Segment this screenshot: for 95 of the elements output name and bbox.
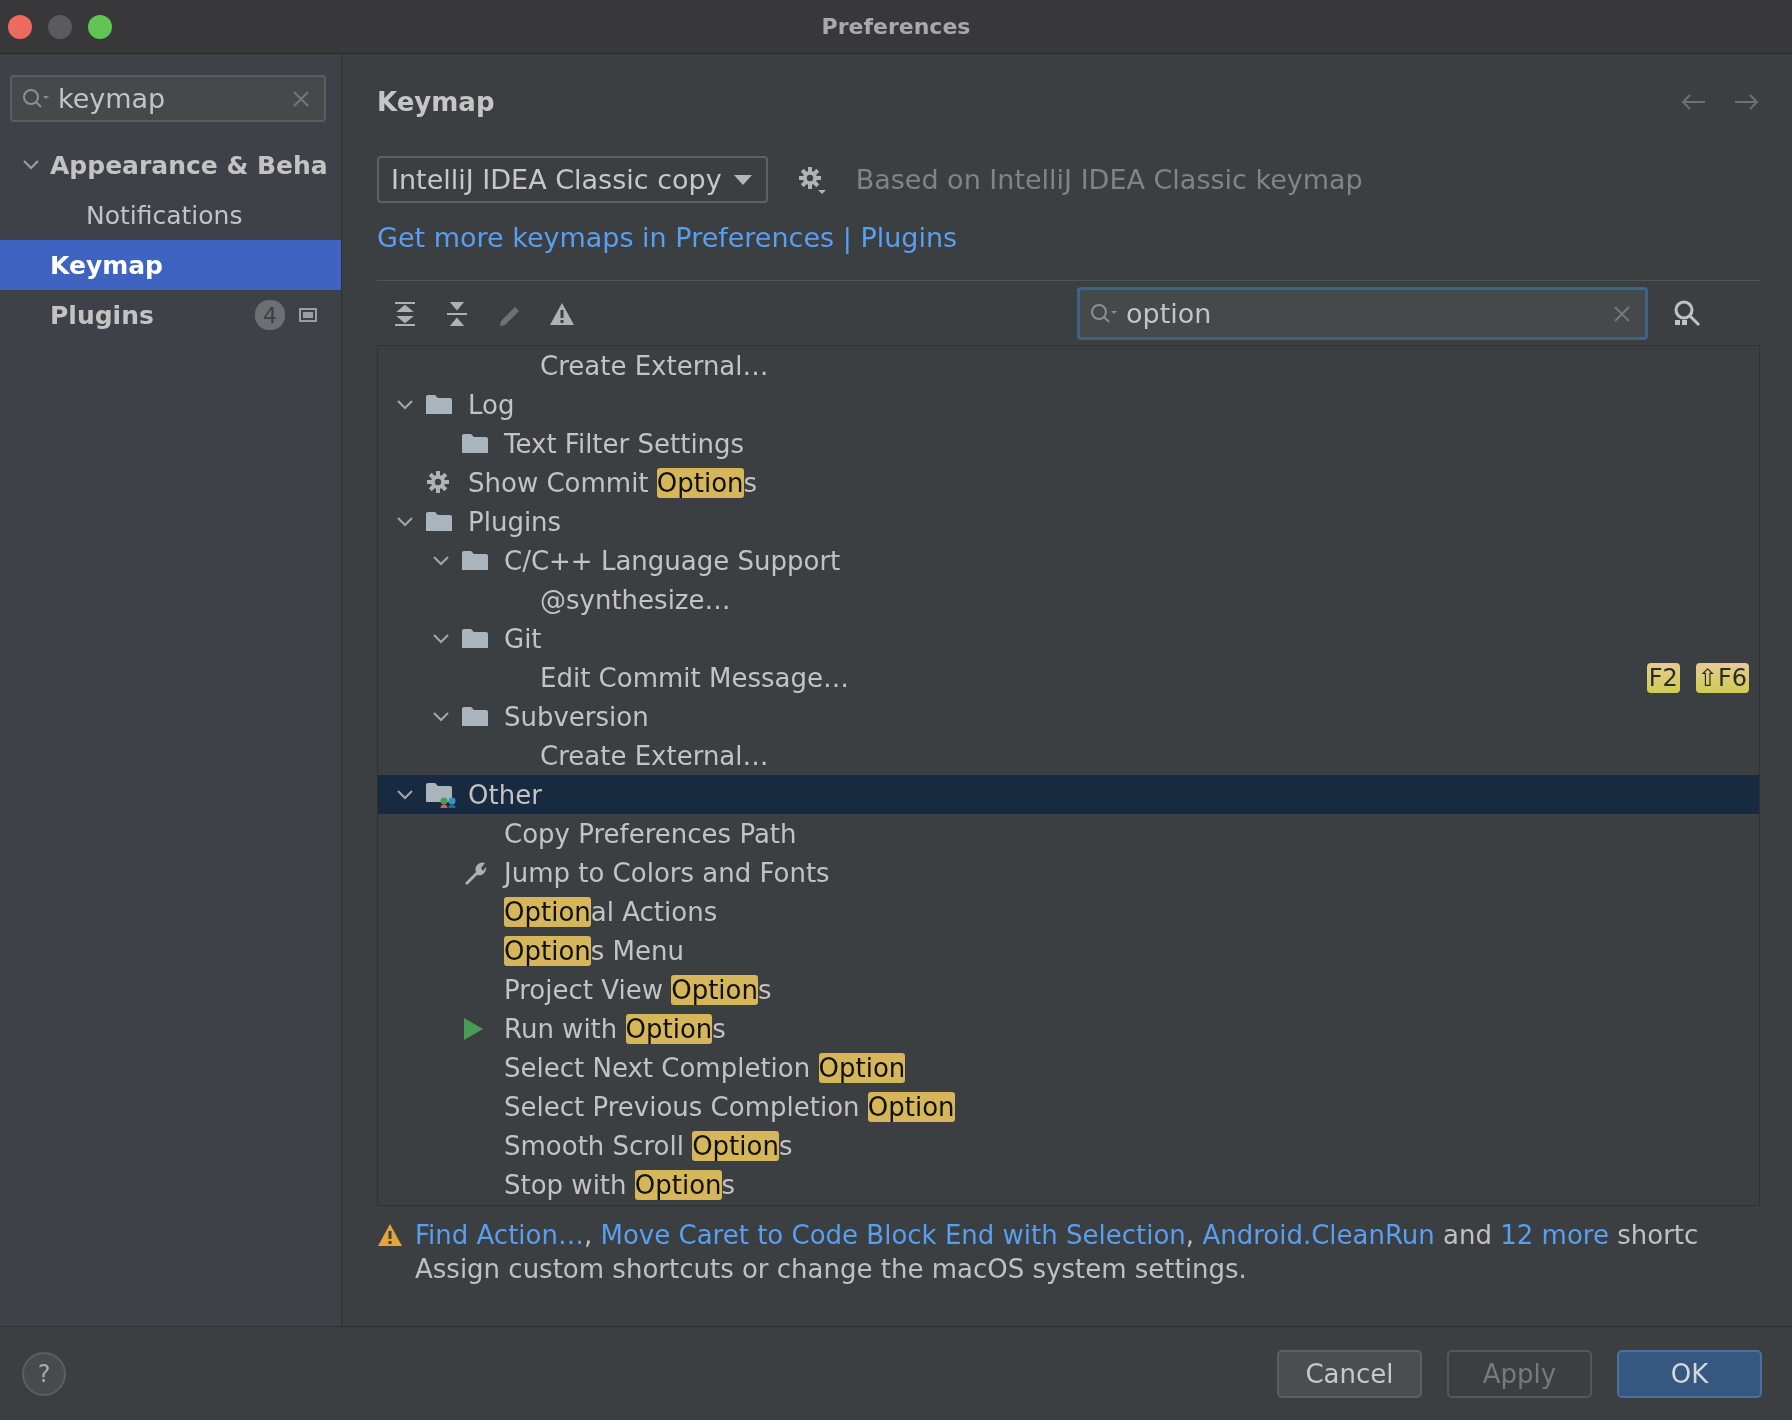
chevron-icon[interactable] [22,159,40,171]
tree-row[interactable]: Create External… [378,736,1759,775]
tree-row[interactable]: Run with Options [378,1009,1759,1048]
tree-item-label: Create External… [540,350,769,381]
chevron-icon[interactable] [432,632,450,645]
page-title: Keymap [377,87,495,117]
minimize-icon [48,14,72,39]
tree-item-label: Subversion [504,701,649,732]
find-shortcut-icon[interactable] [1672,298,1702,329]
item-label: Keymap [50,250,163,280]
tree-row[interactable]: Edit Commit Message… F2 ⇧F6 [378,658,1759,697]
folder-icon [462,549,490,572]
tree-row[interactable]: Subversion [378,697,1759,736]
sidebar-item[interactable]: Appearance & Beha [0,140,341,190]
tree-row[interactable]: Options Menu [378,931,1759,970]
link[interactable]: 12 more [1500,1220,1609,1250]
search-field[interactable]: option [1077,287,1648,340]
tree-row[interactable]: Copy Preferences Path [378,814,1759,853]
tree-row[interactable]: Optional Actions [378,892,1759,931]
item-label: Notifications [86,200,243,230]
tree-item-label: Project View Options [504,974,772,1005]
window-icon [299,308,317,322]
chevron-icon[interactable] [396,788,414,801]
item-label: Appearance & Beha [50,150,328,180]
tree-item-label: Select Previous Completion Option [504,1091,955,1122]
help-button[interactable]: ? [22,1351,66,1396]
tree-item-label: C/C++ Language Support [504,545,841,576]
link[interactable]: Move Caret to Code Block End with Selection [600,1220,1186,1250]
tree-row[interactable]: Text Filter Settings [378,424,1759,463]
tree-row[interactable]: Project View Options [378,970,1759,1009]
search-icon [22,87,50,110]
ok-button[interactable]: OK [1617,1349,1762,1398]
tree-row[interactable]: Select Previous Completion Option [378,1087,1759,1126]
sidebar-item[interactable]: Notifications [0,190,341,240]
folder-icon [426,510,454,533]
conflict-message: Find Action…, Move Caret to Code Block End with Selection, Android.CleanRun and 12 more shortc [415,1220,1699,1250]
tree-item-label: Text Filter Settings [504,428,745,459]
tree-row[interactable]: Log [378,385,1759,424]
plugins-link[interactable]: Get more keymaps in Preferences | Plugins [377,220,958,256]
link[interactable]: Find Action… [415,1220,584,1250]
dialog-button[interactable]: Cancel [1277,1349,1422,1398]
gear-icon [426,469,452,496]
settings-icon[interactable] [797,165,826,194]
chevron-icon[interactable] [396,398,414,411]
tree-item-label: Copy Preferences Path [504,818,797,849]
tree-row[interactable]: Show Commit Options [378,463,1759,502]
tree-item-label: Create External… [540,740,769,771]
tree-item-label: Log [468,389,515,420]
tree-item-label: Other [468,779,542,810]
tree-item-label: Select Next Completion Option [504,1052,906,1083]
search-field[interactable]: keymap [10,75,326,122]
folder-icon [462,627,490,650]
folder-icon [462,705,490,728]
folder-icon [426,393,454,416]
chevron-icon[interactable] [432,710,450,723]
window-title: Preferences [820,14,972,39]
tree-item-label: Smooth Scroll Options [504,1130,793,1161]
search-icon [1090,302,1118,325]
shortcut-badge: ⇧F6 [1695,662,1749,693]
chevron-icon[interactable] [432,554,450,567]
tree-item-label: Optional Actions [504,896,718,927]
tree-row[interactable]: Other [378,775,1759,814]
tree-row[interactable]: Select Next Completion Option [378,1048,1759,1087]
tree-row[interactable]: Jump to Colors and Fonts [378,853,1759,892]
hint-text: Assign custom shortcuts or change the macOS system settings. [415,1253,1248,1286]
tree-row[interactable]: @synthesize… [378,580,1759,619]
chevron-icon[interactable] [396,515,414,528]
tree-row[interactable]: Smooth Scroll Options [378,1126,1759,1165]
dropdown-caret-icon [733,174,752,185]
folder-icon [462,432,490,455]
warning-icon [377,1223,403,1247]
tree-item-label: Options Menu [504,935,684,966]
tree-item-label: Show Commit Options [468,467,758,498]
keymap-description: Based on IntelliJ IDEA Classic keymap [855,164,1363,195]
close-icon[interactable] [8,14,32,39]
tree-item-label: Plugins [468,506,562,537]
tree-row[interactable]: C/C++ Language Support [378,541,1759,580]
keymap-dropdown[interactable]: IntelliJ IDEA Classic copy [377,156,768,203]
tree-row[interactable]: Stop with Options [378,1165,1759,1204]
tree-item-label: @synthesize… [540,584,731,615]
zoom-icon[interactable] [88,14,112,39]
tree-row[interactable]: Git [378,619,1759,658]
tree-item-label: Git [504,623,542,654]
folder-icon [426,781,456,808]
tree-item-label: Stop with Options [504,1169,736,1200]
tree-item-label: Edit Commit Message… [540,662,849,693]
link[interactable]: Android.CleanRun [1202,1220,1435,1250]
tree-item-label: Jump to Colors and Fonts [504,857,830,888]
shortcut-badge: F2 [1646,662,1680,693]
play-icon [462,1016,484,1041]
tree-row[interactable]: Create External… [378,346,1759,385]
item-label: Plugins [50,300,154,330]
tree-item-label: Run with Options [504,1013,726,1044]
sidebar-item[interactable]: Keymap [0,240,341,290]
tree-row[interactable]: Plugins [378,502,1759,541]
